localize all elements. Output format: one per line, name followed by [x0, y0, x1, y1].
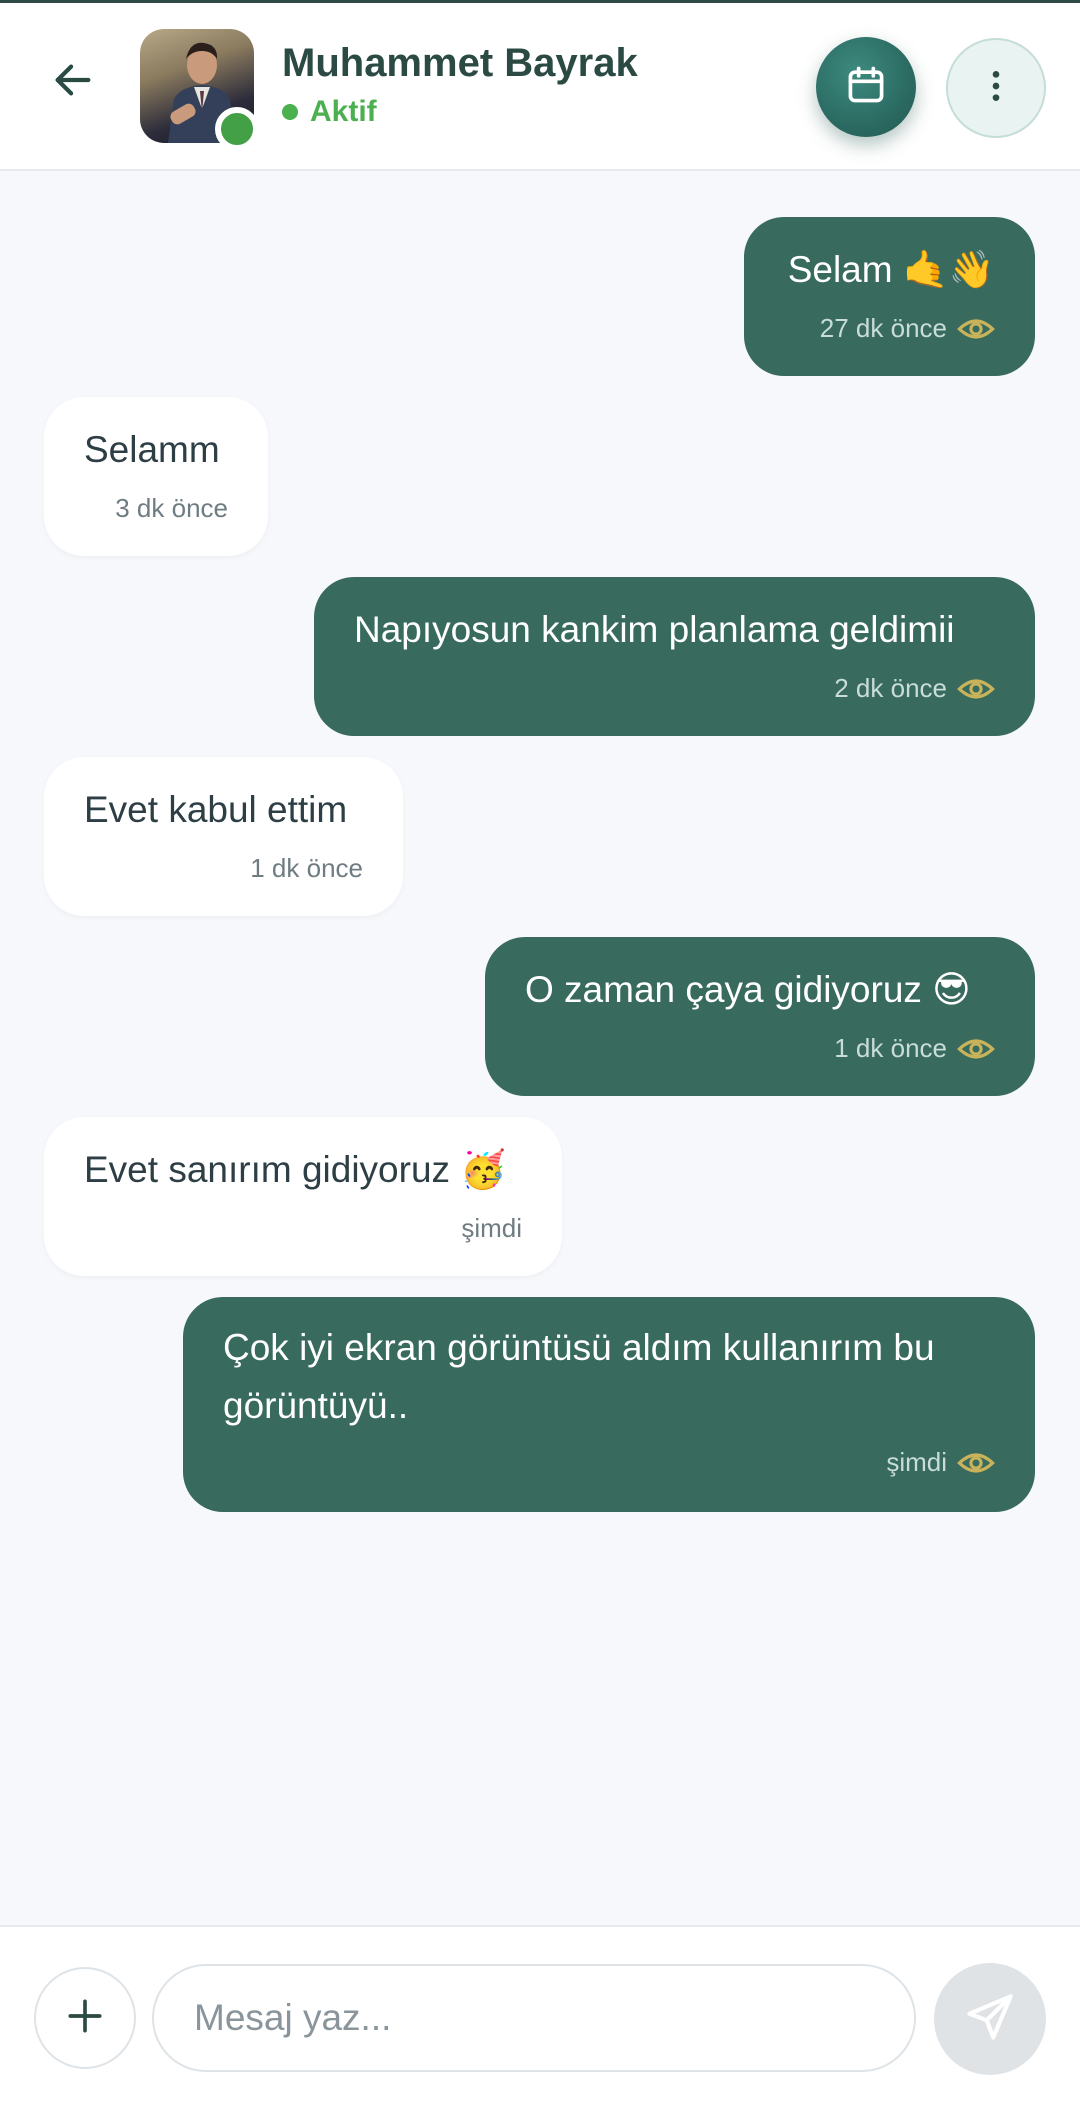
online-indicator [215, 107, 259, 151]
message-text: Evet kabul ettim [84, 789, 348, 830]
send-button[interactable] [934, 1963, 1046, 2075]
arrow-left-icon [50, 57, 96, 108]
message-input[interactable] [152, 1964, 916, 2072]
message-time: şimdi [886, 1447, 947, 1477]
message-bubble-outgoing[interactable]: Selam 🤙👋 27 dk önce [744, 217, 1035, 376]
eye-icon [957, 674, 995, 704]
plus-icon [63, 1994, 107, 2043]
message-time: 2 dk önce [834, 673, 947, 703]
message-text: Evet sanırım gidiyoruz 🥳 [84, 1149, 507, 1190]
more-options-button[interactable] [946, 38, 1046, 138]
message-meta: şimdi [461, 1213, 522, 1244]
message-time: 1 dk önce [834, 1033, 947, 1063]
message-time: 3 dk önce [115, 493, 228, 523]
chat-header: Muhammet Bayrak Aktif [0, 3, 1080, 171]
message-meta: 1 dk önce [834, 1033, 995, 1064]
status-text: Aktif [310, 95, 377, 128]
message-composer [0, 1925, 1080, 2105]
calendar-button[interactable] [816, 37, 916, 137]
message-meta: 27 dk önce [820, 313, 995, 344]
message-text: O zaman çaya gidiyoruz 😎 [525, 969, 971, 1010]
message-time: 27 dk önce [819, 313, 947, 343]
send-icon [964, 1991, 1016, 2048]
eye-icon [957, 1448, 995, 1478]
message-meta: 3 dk önce [115, 493, 228, 524]
message-bubble-incoming[interactable]: Evet sanırım gidiyoruz 🥳 şimdi [44, 1117, 562, 1276]
status-dot [282, 104, 298, 120]
contact-name: Muhammet Bayrak [282, 41, 638, 85]
back-button[interactable] [44, 53, 102, 111]
message-meta: 1 dk önce [250, 853, 363, 884]
message-meta: 2 dk önce [834, 673, 995, 704]
message-bubble-incoming[interactable]: Evet kabul ettim 1 dk önce [44, 757, 403, 916]
status-row: Aktif [282, 95, 377, 129]
message-bubble-outgoing[interactable]: Çok iyi ekran görüntüsü aldım kullanırım… [183, 1297, 1035, 1512]
message-bubble-outgoing[interactable]: O zaman çaya gidiyoruz 😎 1 dk önce [485, 937, 1035, 1096]
message-time: şimdi [461, 1213, 522, 1243]
message-meta: şimdi [886, 1447, 995, 1478]
message-text: Selamm [84, 429, 220, 470]
message-bubble-incoming[interactable]: Selamm 3 dk önce [44, 397, 268, 556]
more-vertical-icon [976, 66, 1016, 111]
message-text: Selam 🤙👋 [787, 249, 995, 290]
message-text: Çok iyi ekran görüntüsü aldım kullanırım… [223, 1327, 935, 1426]
message-bubble-outgoing[interactable]: Napıyosun kankim planlama geldimii 2 dk … [314, 577, 1035, 736]
eye-icon [957, 1034, 995, 1064]
calendar-icon [844, 63, 888, 112]
attach-button[interactable] [34, 1967, 136, 2069]
message-time: 1 dk önce [250, 853, 363, 883]
eye-icon [957, 314, 995, 344]
message-text: Napıyosun kankim planlama geldimii [354, 609, 955, 650]
